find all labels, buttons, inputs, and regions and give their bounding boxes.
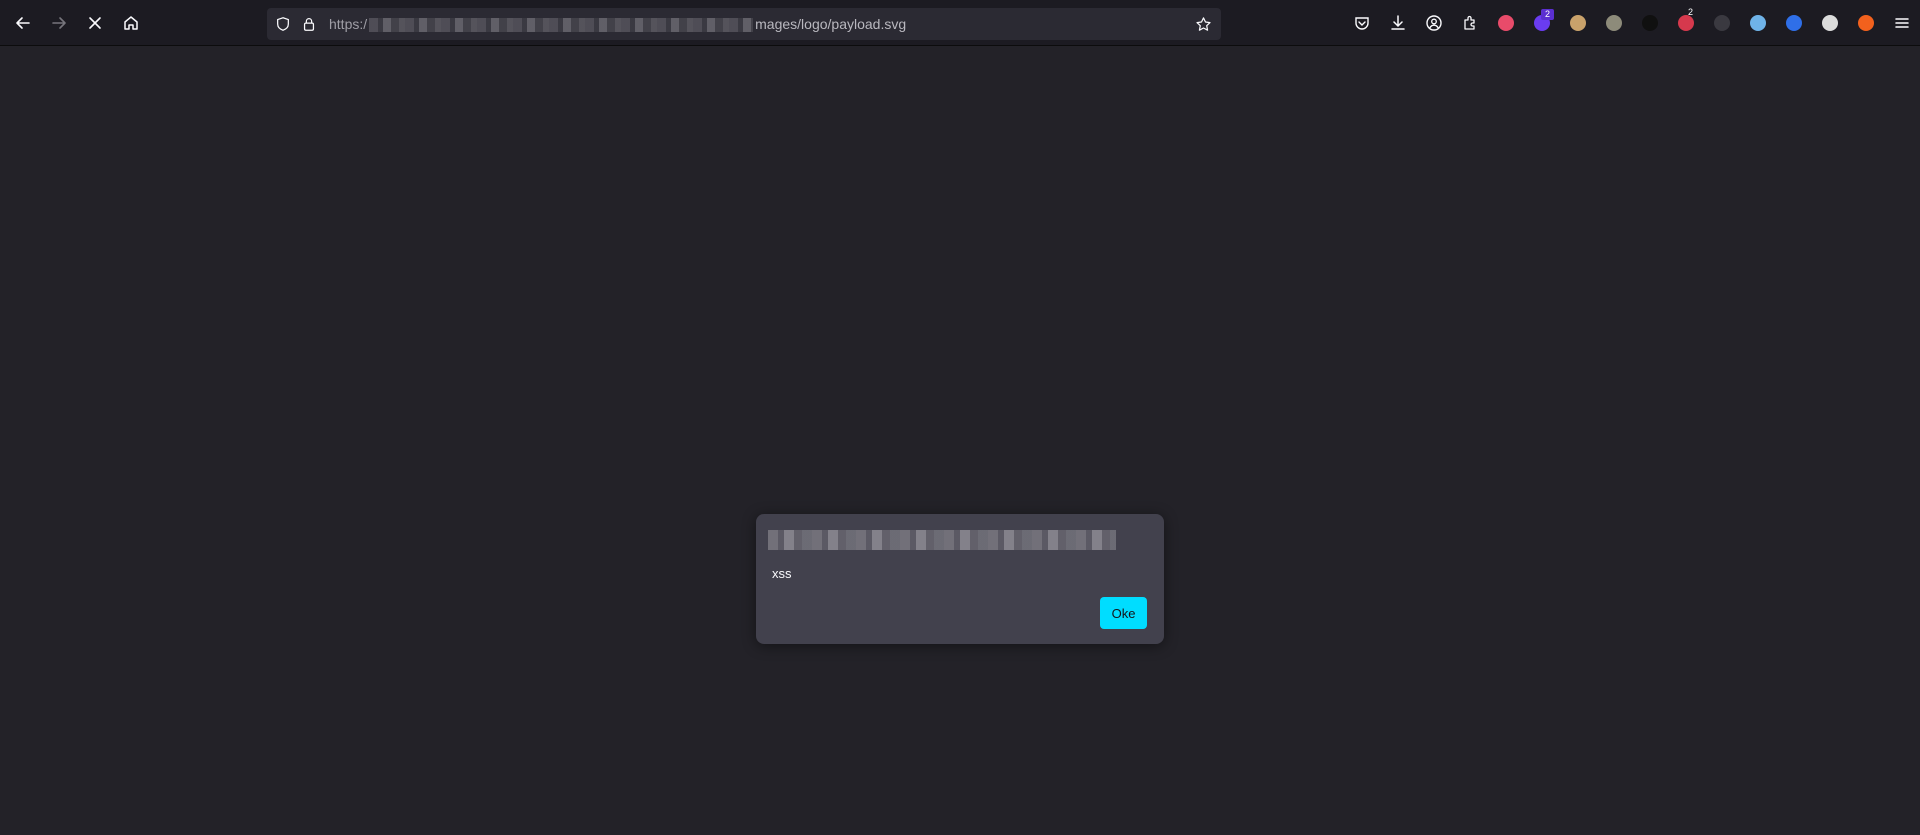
extension-button[interactable] bbox=[1848, 7, 1884, 39]
pocket-button[interactable] bbox=[1344, 7, 1380, 39]
extension-button[interactable]: 2 bbox=[1668, 7, 1704, 39]
url-redacted-segment bbox=[369, 18, 754, 33]
extension-button[interactable] bbox=[1704, 7, 1740, 39]
download-icon bbox=[1391, 15, 1405, 30]
account-button[interactable] bbox=[1416, 7, 1452, 39]
extension-1-icon bbox=[1498, 15, 1514, 31]
extension-5-icon bbox=[1642, 15, 1658, 31]
extension-button[interactable] bbox=[1812, 7, 1848, 39]
extension-button[interactable] bbox=[1596, 7, 1632, 39]
lock-icon[interactable] bbox=[300, 15, 318, 33]
dialog-message: xss bbox=[772, 566, 792, 581]
browser-toolbar: https:/mages/logo/payload.svg 22 bbox=[0, 0, 1920, 46]
ok-button[interactable]: Oke bbox=[1100, 597, 1147, 629]
extension-9-icon bbox=[1786, 15, 1802, 31]
extension-11-icon bbox=[1858, 15, 1874, 31]
pocket-icon bbox=[1355, 17, 1369, 30]
extension-4-icon bbox=[1606, 15, 1622, 31]
hamburger-menu-icon bbox=[1895, 18, 1909, 28]
extension-button[interactable] bbox=[1560, 7, 1596, 39]
home-icon bbox=[124, 16, 138, 30]
downloads-button[interactable] bbox=[1380, 7, 1416, 39]
close-icon bbox=[89, 17, 101, 29]
extension-button[interactable] bbox=[1740, 7, 1776, 39]
back-button[interactable] bbox=[7, 7, 39, 39]
extension-icons: 22 bbox=[1488, 7, 1884, 39]
extension-badge: 2 bbox=[1541, 9, 1554, 20]
shield-icon[interactable] bbox=[274, 15, 292, 33]
extension-10-icon bbox=[1822, 15, 1838, 31]
extension-badge: 2 bbox=[1687, 7, 1693, 17]
url-path: mages/logo/payload.svg bbox=[755, 16, 907, 32]
bookmark-star-button[interactable] bbox=[1191, 12, 1215, 36]
home-button[interactable] bbox=[115, 7, 147, 39]
toolbar-right: 22 bbox=[1344, 7, 1920, 39]
extension-button[interactable] bbox=[1632, 7, 1668, 39]
menu-button[interactable] bbox=[1884, 7, 1920, 39]
arrow-left-icon bbox=[16, 17, 30, 29]
extensions-button[interactable] bbox=[1452, 7, 1488, 39]
star-icon bbox=[1195, 16, 1211, 31]
extension-button[interactable] bbox=[1488, 7, 1524, 39]
extension-3-icon bbox=[1570, 15, 1586, 31]
account-icon bbox=[1426, 15, 1442, 31]
url-prefix: https:/ bbox=[329, 16, 368, 32]
alert-dialog: xss Oke bbox=[756, 514, 1164, 644]
arrow-right-icon bbox=[52, 17, 66, 29]
url-bar[interactable]: https:/ mages/logo/payload.svg bbox=[267, 8, 1221, 40]
url-text[interactable]: https:/ mages/logo/payload.svg bbox=[329, 8, 906, 40]
extension-7-icon bbox=[1714, 15, 1730, 31]
puzzle-icon bbox=[1464, 15, 1475, 30]
extension-button[interactable]: 2 bbox=[1524, 7, 1560, 39]
extension-button[interactable] bbox=[1776, 7, 1812, 39]
dialog-origin-redacted bbox=[768, 530, 1116, 550]
extension-8-icon bbox=[1750, 15, 1766, 31]
stop-button[interactable] bbox=[79, 7, 111, 39]
forward-button[interactable] bbox=[43, 7, 75, 39]
